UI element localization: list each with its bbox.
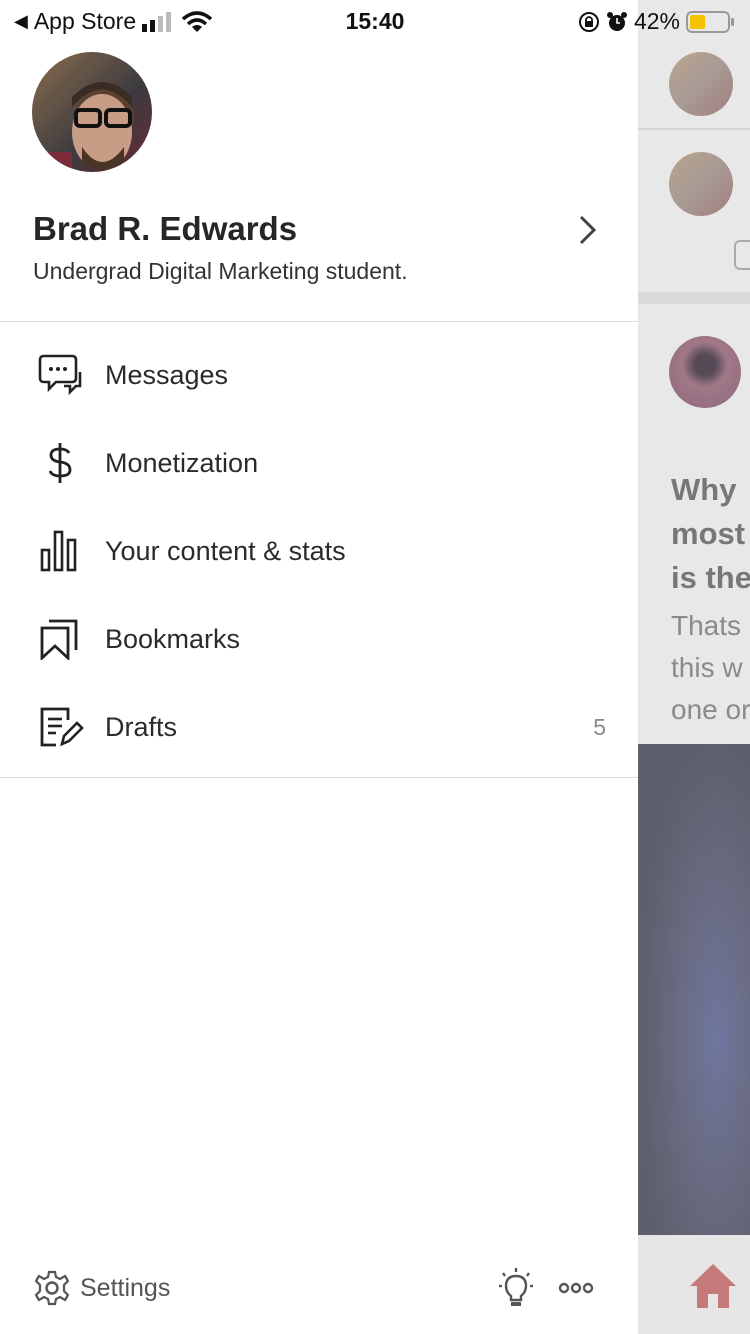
profile-bio: Undergrad Digital Marketing student. <box>33 258 408 284</box>
feed-avatar <box>669 152 733 216</box>
menu-label: Your content & stats <box>105 535 346 566</box>
divider <box>0 321 638 322</box>
avatar[interactable] <box>32 52 152 172</box>
feed-image <box>638 744 750 1235</box>
more-dots-icon <box>558 1282 594 1294</box>
dimmed-feed[interactable]: Why most is the Thats this w one or <box>638 0 750 1334</box>
headline-line: Why <box>671 472 737 507</box>
alarm-icon <box>606 11 627 31</box>
bar-chart-icon <box>40 530 77 572</box>
menu-item-messages[interactable]: Messages <box>0 331 638 419</box>
menu-item-bookmarks[interactable]: Bookmarks <box>0 595 638 683</box>
menu-item-drafts[interactable]: Drafts 5 <box>0 683 638 771</box>
status-bar: ◀ App Store 15:40 42% <box>0 0 750 42</box>
divider <box>0 777 638 778</box>
drafts-icon <box>40 707 84 747</box>
menu-item-monetization[interactable]: Monetization <box>0 419 638 507</box>
battery-icon <box>686 10 734 33</box>
headline-line: most <box>671 516 746 551</box>
settings-label: Settings <box>80 1273 171 1302</box>
settings-button[interactable]: Settings <box>34 1260 170 1316</box>
feed-avatar <box>669 52 733 116</box>
chat-bubbles-icon <box>38 354 82 396</box>
headline-line: is the <box>671 560 750 595</box>
comment-icon <box>734 240 750 270</box>
snippet-line: one or <box>671 694 750 725</box>
menu-label: Monetization <box>105 447 259 478</box>
more-button[interactable] <box>558 1260 594 1316</box>
menu-label: Bookmarks <box>105 623 241 654</box>
side-drawer: Brad R. Edwards Undergrad Digital Market… <box>0 0 638 1334</box>
snippet-line: Thats <box>671 610 742 641</box>
home-icon[interactable] <box>688 1262 738 1310</box>
feed-headline: Why most is the <box>671 468 750 600</box>
lightbulb-icon <box>499 1268 533 1306</box>
gear-icon <box>34 1270 70 1306</box>
rotation-lock-icon <box>578 11 599 32</box>
battery-percent: 42% <box>633 8 680 34</box>
divider <box>638 128 750 130</box>
snippet-line: this w <box>671 652 743 683</box>
chevron-right-icon[interactable] <box>572 212 602 248</box>
menu-label: Drafts <box>105 711 178 742</box>
menu-label: Messages <box>105 359 229 390</box>
profile-name[interactable]: Brad R. Edwards <box>33 210 297 248</box>
bookmarks-icon <box>40 619 78 660</box>
menu-item-content-stats[interactable]: Your content & stats <box>0 507 638 595</box>
drafts-count: 5 <box>593 713 606 740</box>
dollar-icon <box>48 443 72 483</box>
feed-avatar <box>669 336 741 408</box>
feed-snippet: Thats this w one or <box>671 605 750 731</box>
tips-button[interactable] <box>497 1260 535 1316</box>
divider <box>638 292 750 304</box>
